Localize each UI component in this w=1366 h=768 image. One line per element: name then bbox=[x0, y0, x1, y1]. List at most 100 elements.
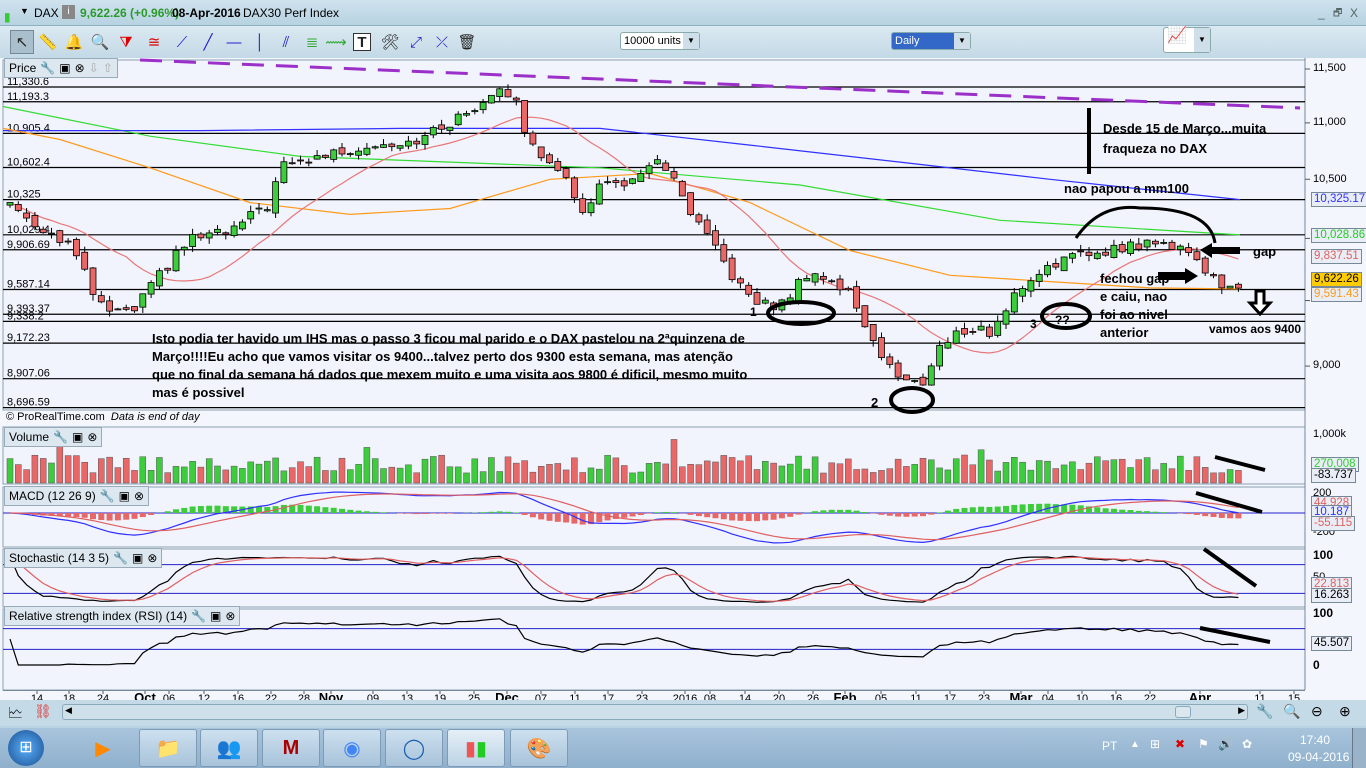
volume-ma-badge: -83.737 bbox=[1311, 468, 1357, 483]
timeframe-select[interactable]: Daily ▼ bbox=[891, 32, 971, 50]
chrome-taskbar-icon[interactable]: ◉ bbox=[323, 729, 381, 767]
scroll-thumb[interactable] bbox=[1175, 706, 1191, 718]
maximize-icon[interactable]: ▣ bbox=[119, 489, 130, 503]
maximize-icon[interactable]: ▣ bbox=[210, 609, 221, 623]
chart-export-icon[interactable]: 🗠 bbox=[8, 703, 23, 728]
volume-bar bbox=[122, 457, 130, 484]
close-panel-icon[interactable]: ⊗ bbox=[134, 489, 144, 503]
chart-area[interactable]: 14 18 24 Oct 06 12 16 22 28 Nov 09 13 19 25 Dec 07 11 17 2… bbox=[0, 58, 1366, 700]
annotation-text: Março!!!!Eu acho que vamos visitar os 94… bbox=[152, 349, 733, 364]
wrench-icon[interactable]: 🔧 bbox=[191, 609, 206, 623]
ma200-badge: 10,028.86 bbox=[1311, 228, 1366, 243]
maximize-icon[interactable]: ▣ bbox=[72, 430, 83, 444]
volume-bar bbox=[272, 457, 279, 484]
volume-bar bbox=[147, 470, 155, 484]
info-icon[interactable]: i bbox=[62, 5, 75, 19]
arrow-tool-icon[interactable]: ⤢ bbox=[404, 30, 428, 54]
show-desktop-button[interactable] bbox=[1352, 728, 1366, 768]
crossing-line-icon[interactable]: ⤫ bbox=[430, 30, 454, 54]
add-indicator-button[interactable]: 📈 ▼ bbox=[1163, 27, 1211, 53]
clock-date[interactable]: 09-04-2016 bbox=[1288, 750, 1349, 764]
messenger-taskbar-icon[interactable]: 👥 bbox=[200, 729, 258, 767]
link-candles-icon[interactable]: ⛓ bbox=[34, 703, 52, 720]
volume-bar bbox=[919, 457, 927, 484]
wrench-icon[interactable]: 🔧 bbox=[100, 489, 115, 503]
mcafee-taskbar-icon[interactable]: M bbox=[262, 729, 320, 767]
units-select[interactable]: 10000 units ▼ bbox=[620, 32, 700, 50]
maximize-icon[interactable]: ▣ bbox=[59, 61, 70, 75]
paint-taskbar-icon[interactable]: 🎨 bbox=[510, 729, 568, 767]
price-axis-label: 9,000 bbox=[1313, 359, 1341, 371]
alert-bell-icon[interactable]: 🔔 bbox=[62, 30, 86, 54]
chart-canvas[interactable]: 14 18 24 Oct 06 12 16 22 28 Nov 09 13 19 25 Dec 07 11 17 2… bbox=[0, 58, 1366, 700]
x-axis-label: 17 bbox=[602, 693, 614, 700]
volume-bar bbox=[330, 470, 337, 484]
brand-label: © ProRealTime.com bbox=[6, 411, 105, 423]
fibonacci-icon[interactable]: ≣ bbox=[300, 30, 324, 54]
horizontal-line-icon[interactable]: — bbox=[222, 30, 246, 54]
wrench-icon[interactable]: 🔧 bbox=[53, 430, 68, 444]
prorealtime-taskbar-icon[interactable]: ▮ ▮ bbox=[447, 729, 505, 767]
delete-trash-icon[interactable]: 🗑 bbox=[455, 30, 479, 54]
volume-bar bbox=[230, 465, 238, 484]
power-icon[interactable]: ✖ bbox=[1175, 737, 1185, 751]
line-tool-icon[interactable]: ╱ bbox=[196, 30, 220, 54]
candle-body bbox=[139, 293, 147, 308]
zoom-magnifier-icon[interactable]: 🔍 bbox=[88, 30, 112, 54]
app-taskbar-icon[interactable]: ◯ bbox=[385, 729, 443, 767]
volume-bar bbox=[172, 466, 180, 484]
clock-time[interactable]: 17:40 bbox=[1300, 733, 1330, 747]
text-tool-icon[interactable]: T bbox=[353, 33, 371, 51]
start-button[interactable]: ⊞ bbox=[8, 730, 44, 766]
symbol-label[interactable]: DAX bbox=[34, 6, 59, 20]
zoom-out-icon[interactable]: ⊖ bbox=[1311, 703, 1323, 720]
scroll-right-icon[interactable]: ▶ bbox=[1238, 705, 1245, 716]
segment-tool-icon[interactable]: ⟋ bbox=[170, 30, 194, 54]
move-up-icon[interactable]: ⇧ bbox=[103, 61, 113, 75]
annotation-text: Desde 15 de Março...muita bbox=[1103, 121, 1267, 136]
candle-body bbox=[720, 244, 728, 262]
ruler-tool-icon[interactable]: 📏 bbox=[36, 30, 60, 54]
macd-histogram-bar bbox=[1011, 504, 1018, 513]
language-indicator[interactable]: PT bbox=[1102, 739, 1117, 753]
candle-body bbox=[654, 159, 661, 165]
close-panel-icon[interactable]: ⊗ bbox=[225, 609, 235, 623]
close-panel-icon[interactable]: ⊗ bbox=[87, 430, 97, 444]
auto-zoom-icon[interactable]: 🔍 bbox=[1283, 703, 1300, 720]
wrench-icon[interactable]: 🔧 bbox=[40, 61, 55, 75]
show-hidden-icons[interactable]: ▲ bbox=[1130, 739, 1140, 750]
macd-histogram-bar bbox=[446, 513, 453, 514]
tools-icon[interactable]: 🛠 bbox=[378, 30, 402, 54]
pointer-tool-icon[interactable]: ↖ bbox=[10, 30, 34, 54]
action-center-icon[interactable]: ⊞ bbox=[1150, 737, 1160, 751]
move-down-icon[interactable]: ⇩ bbox=[89, 61, 99, 75]
macd-histogram-bar bbox=[961, 507, 968, 513]
minimize-button[interactable]: _ bbox=[1318, 6, 1325, 20]
close-panel-icon[interactable]: ⊗ bbox=[75, 61, 85, 75]
triangle-pattern-icon[interactable]: ⧩ bbox=[114, 30, 138, 54]
close-button[interactable]: X bbox=[1350, 6, 1358, 20]
candle-body bbox=[745, 284, 753, 295]
zoom-in-icon[interactable]: ⊕ bbox=[1339, 703, 1351, 720]
macd-histogram-bar bbox=[280, 504, 287, 513]
vertical-line-icon[interactable]: │ bbox=[248, 30, 272, 54]
network-icon[interactable]: ✿ bbox=[1242, 737, 1252, 751]
wrench-icon[interactable]: 🔧 bbox=[113, 551, 128, 565]
maximize-icon[interactable]: ▣ bbox=[132, 551, 143, 565]
chart-settings-icon[interactable]: 🔧 bbox=[1256, 703, 1273, 720]
scroll-left-icon[interactable]: ◀ bbox=[65, 705, 72, 716]
media-player-taskbar-icon[interactable]: ▶ bbox=[74, 729, 132, 767]
channel-pattern-icon[interactable]: ≅ bbox=[142, 30, 166, 54]
volume-icon[interactable]: 🔊 bbox=[1218, 737, 1233, 751]
x-axis-label: 20 bbox=[773, 693, 785, 700]
horizontal-scrollbar[interactable]: ◀ ▶ bbox=[62, 704, 1248, 720]
volume-bar bbox=[762, 461, 769, 484]
close-panel-icon[interactable]: ⊗ bbox=[147, 551, 157, 565]
symbol-dropdown-icon[interactable]: ▼ bbox=[20, 6, 29, 16]
flag-icon[interactable]: ⚑ bbox=[1198, 737, 1209, 751]
candle-body bbox=[911, 380, 919, 382]
restore-button[interactable]: 🗗 bbox=[1333, 6, 1342, 23]
file-explorer-taskbar-icon[interactable]: 📁 bbox=[139, 729, 197, 767]
parallel-lines-icon[interactable]: ⫽ bbox=[274, 30, 298, 54]
regression-channel-icon[interactable]: ⟿ bbox=[324, 30, 348, 54]
